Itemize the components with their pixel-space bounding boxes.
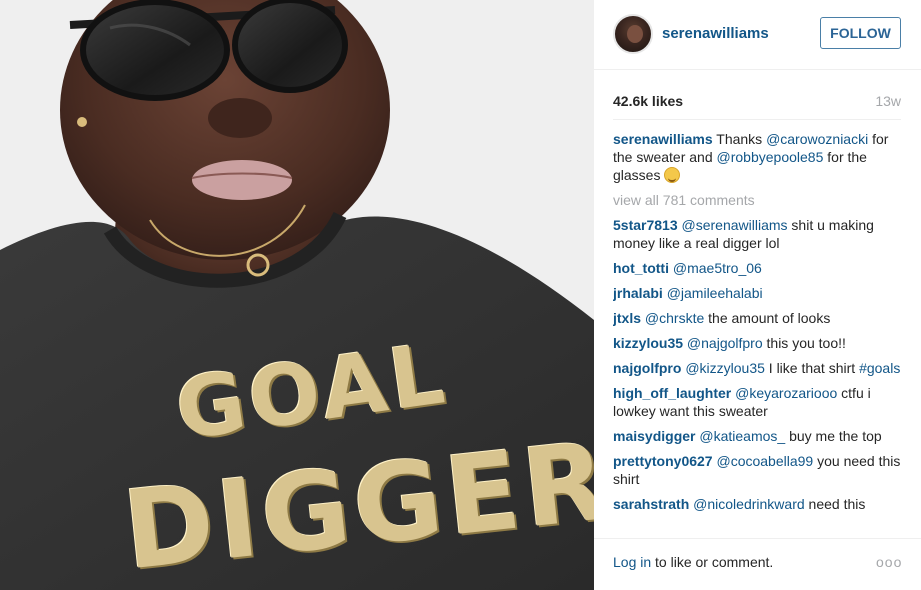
avatar[interactable]	[613, 14, 653, 54]
mention-link[interactable]: @robbyepoole85	[717, 149, 824, 165]
hashtag-link[interactable]: #goals	[859, 360, 900, 376]
comment-username[interactable]: najgolfpro	[613, 360, 681, 376]
blushing-smiley-icon	[664, 167, 681, 183]
comment-item: kizzylou35 @najgolfpro this you too!!	[613, 334, 901, 352]
mention-link[interactable]: @kizzylou35	[685, 360, 765, 376]
mention-link[interactable]: @chrskte	[645, 310, 704, 326]
comment-username[interactable]: kizzylou35	[613, 335, 683, 351]
post-view: GOAL DIGGER serenawilliams FOLLOW 42.6k …	[0, 0, 921, 590]
comment-item: prettytony0627 @cocoabella99 you need th…	[613, 452, 901, 488]
mention-link[interactable]: @najgolfpro	[687, 335, 763, 351]
comment-item: high_off_laughter @keyarozariooo ctfu i …	[613, 384, 901, 420]
comment-text: buy me the top	[785, 428, 882, 444]
comment-text: Thanks	[712, 131, 767, 147]
comment-item: maisydigger @katieamos_ buy me the top	[613, 427, 901, 445]
username-link[interactable]: serenawilliams	[662, 25, 769, 42]
comment-username[interactable]: prettytony0627	[613, 453, 713, 469]
divider	[613, 119, 901, 120]
mention-link[interactable]: @mae5tro_06	[673, 260, 762, 276]
comment-username[interactable]: 5star7813	[613, 217, 678, 233]
post-sidebar: serenawilliams FOLLOW 42.6k likes 13w se…	[594, 0, 921, 590]
mention-link[interactable]: @keyarozariooo	[735, 385, 837, 401]
comment-item: sarahstrath @nicoledrinkward need this	[613, 495, 901, 513]
login-prompt: Log in to like or comment.	[613, 554, 773, 570]
comment-text: this you too!!	[762, 335, 846, 351]
sunglasses-right-lens	[232, 0, 348, 93]
login-link[interactable]: Log in	[613, 554, 651, 570]
post-footer: Log in to like or comment. ooo	[594, 538, 921, 590]
caption-username[interactable]: serenawilliams	[613, 131, 713, 147]
view-all-comments-link[interactable]: view all 781 comments	[613, 191, 901, 209]
comment-username[interactable]: high_off_laughter	[613, 385, 731, 401]
comment-item: jrhalabi @jamileehalabi	[613, 284, 901, 302]
mention-link[interactable]: @carowozniacki	[766, 131, 868, 147]
comment-username[interactable]: hot_totti	[613, 260, 669, 276]
more-options-icon[interactable]: ooo	[876, 554, 902, 570]
comment-list: serenawilliams Thanks @carowozniacki for…	[613, 130, 901, 528]
mention-link[interactable]: @nicoledrinkward	[693, 496, 804, 512]
comment-item: hot_totti @mae5tro_06	[613, 259, 901, 277]
comment-username[interactable]: sarahstrath	[613, 496, 689, 512]
comment-item: najgolfpro @kizzylou35 I like that shirt…	[613, 359, 901, 377]
comment-text: the amount of looks	[704, 310, 831, 326]
comment-username[interactable]: jrhalabi	[613, 285, 663, 301]
login-prompt-text: to like or comment.	[651, 554, 774, 570]
post-stats: 42.6k likes 13w	[613, 93, 901, 113]
comment-item: jtxls @chrskte the amount of looks	[613, 309, 901, 327]
likes-count[interactable]: 42.6k likes	[613, 93, 683, 109]
caption: serenawilliams Thanks @carowozniacki for…	[613, 130, 901, 184]
mention-link[interactable]: @serenawilliams	[682, 217, 788, 233]
post-header: serenawilliams FOLLOW	[594, 0, 921, 70]
comment-text: I like that shirt	[764, 360, 860, 376]
post-age[interactable]: 13w	[875, 93, 901, 109]
comment-username[interactable]: jtxls	[613, 310, 641, 326]
mention-link[interactable]: @katieamos_	[699, 428, 785, 444]
earring	[77, 117, 87, 127]
mention-link[interactable]: @jamileehalabi	[667, 285, 763, 301]
follow-button[interactable]: FOLLOW	[820, 17, 901, 49]
comment-username[interactable]: maisydigger	[613, 428, 695, 444]
lips-shape	[192, 160, 292, 200]
comment-text: need this	[804, 496, 866, 512]
post-photo[interactable]: GOAL DIGGER	[0, 0, 594, 590]
sunglasses-left-lens	[80, 0, 230, 101]
comment-item: 5star7813 @serenawilliams shit u making …	[613, 216, 901, 252]
mention-link[interactable]: @cocoabella99	[716, 453, 813, 469]
